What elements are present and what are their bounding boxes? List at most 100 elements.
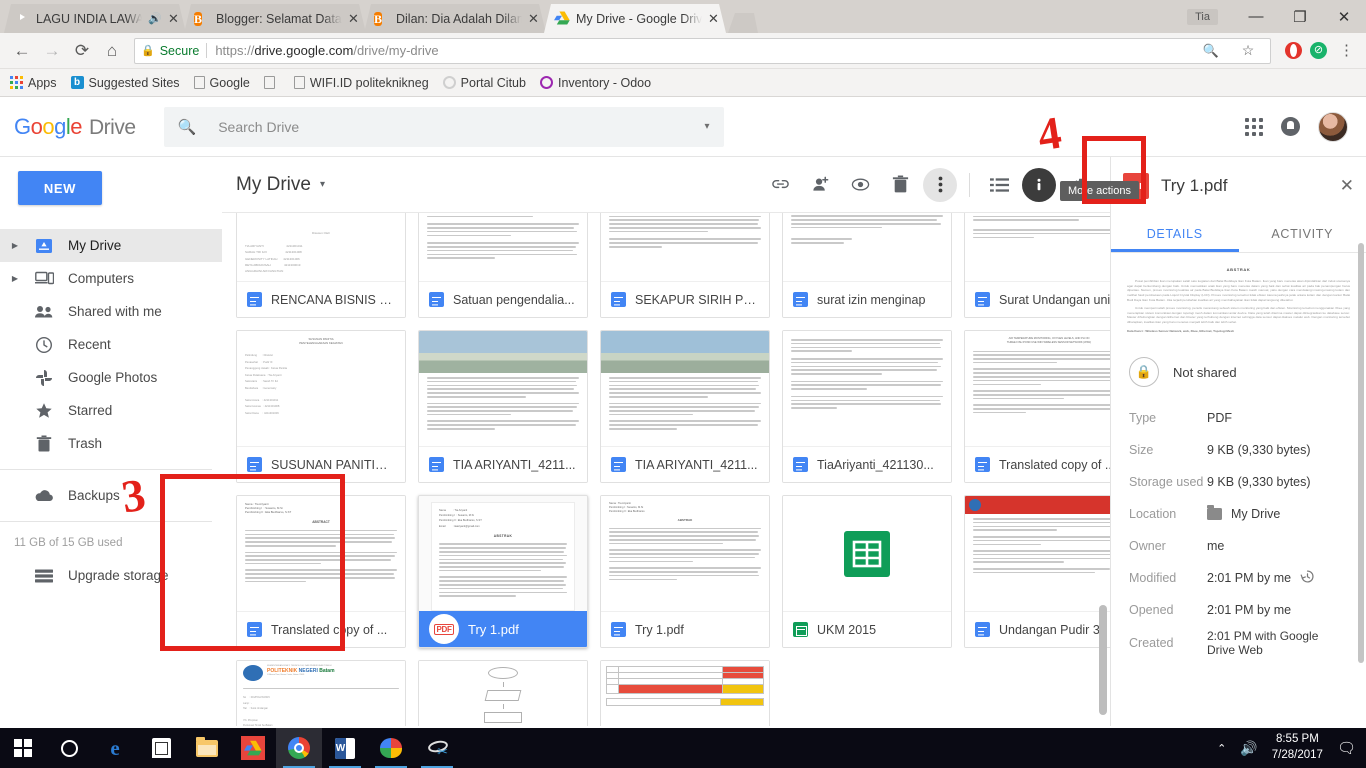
bookmark-inventory-odoo[interactable]: Inventory - Odoo	[539, 76, 651, 90]
expand-arrow-icon[interactable]: ▶	[10, 241, 20, 250]
details-info-icon[interactable]	[1022, 167, 1056, 202]
add-people-icon[interactable]	[803, 168, 837, 202]
edge-taskbar-button[interactable]: e	[92, 728, 138, 768]
apps-grid-icon[interactable]	[1245, 117, 1263, 136]
close-window-button[interactable]: ✕	[1322, 0, 1366, 33]
adblock-icon[interactable]: ⊘	[1310, 42, 1327, 59]
more-actions-icon[interactable]	[923, 167, 957, 202]
search-bar[interactable]: 🔍 Search Drive ▾	[163, 106, 724, 147]
file-card[interactable]: Undangan Pudir 3	[964, 495, 1110, 648]
details-scrollbar-thumb[interactable]	[1358, 243, 1364, 663]
snipping-tool-taskbar-button[interactable]	[414, 728, 460, 768]
sidebar-item-shared-with-me[interactable]: Shared with me	[0, 295, 222, 328]
tab-close-icon[interactable]: ✕	[168, 12, 180, 25]
action-center-icon[interactable]: 🗨	[1337, 739, 1356, 757]
file-card-selected-try1-pdf[interactable]: Nama : Tia Ariyanti Pembimbing I : Susant…	[418, 495, 588, 648]
file-card[interactable]: Nama : Tia Ariyanti Pembimbing I : Susant…	[600, 495, 770, 648]
bookmark-suggested-sites[interactable]: b Suggested Sites	[70, 76, 180, 90]
get-link-icon[interactable]	[763, 168, 797, 202]
bookmark-unnamed[interactable]	[263, 76, 280, 89]
google-drive-taskbar-button[interactable]	[230, 728, 276, 768]
home-button[interactable]: ⌂	[98, 37, 126, 65]
show-hidden-icons-icon[interactable]: ⌃	[1217, 742, 1226, 755]
file-explorer-taskbar-button[interactable]	[184, 728, 230, 768]
file-card[interactable]	[600, 660, 770, 726]
sidebar-item-computers[interactable]: ▶ Computers	[0, 262, 222, 295]
bookmark-wifi-id[interactable]: WIFI.ID politeknikneg	[293, 76, 429, 90]
file-card[interactable]: SUSUNAN PANITIA PENYELENGGARAAN KEGIATAN …	[236, 330, 406, 483]
tab-activity[interactable]: ACTIVITY	[1239, 215, 1366, 252]
user-avatar[interactable]	[1318, 111, 1348, 142]
bookmark-portal-citub[interactable]: Portal Citub	[442, 76, 526, 90]
file-card[interactable]: UKM 2015	[782, 495, 952, 648]
breadcrumb[interactable]: My Drive ▾	[236, 174, 325, 196]
file-card[interactable]: Satuan pengendalia...	[418, 213, 588, 318]
tab-audio-icon[interactable]: 🔊	[148, 12, 162, 25]
browser-tab-1[interactable]: B Blogger: Selamat Datang ✕	[184, 4, 366, 33]
browser-tab-2[interactable]: B Dilan: Dia Adalah Dilanku ✕	[364, 4, 546, 33]
file-card[interactable]: Surat Izin Menginap surat izin menginap	[782, 213, 952, 318]
profile-name-chip[interactable]: Tia	[1187, 8, 1218, 25]
minimize-button[interactable]: —	[1234, 0, 1278, 33]
browser-tab-0[interactable]: LAGU INDIA LAWAS P 🔊 ✕	[4, 4, 186, 33]
chrome-taskbar-button[interactable]	[276, 728, 322, 768]
files-grid-scroll-area[interactable]: Program Mahasiswa Wirausaha 2015OOB OTAK…	[222, 213, 1110, 726]
preview-icon[interactable]	[843, 168, 877, 202]
file-card[interactable]: Surat Undangan uni...	[964, 213, 1110, 318]
remove-icon[interactable]	[883, 168, 917, 202]
google-drive-logo[interactable]: Google Drive	[14, 114, 136, 140]
grid-scrollbar-thumb[interactable]	[1099, 605, 1107, 715]
details-file-preview[interactable]: ABSTRAK Pusat pembibitan ikan merupakan …	[1111, 253, 1366, 343]
bookmark-apps[interactable]: Apps	[10, 76, 57, 90]
new-tab-button[interactable]	[728, 13, 758, 33]
file-card[interactable]: KEMENTERIAN RISET, TEKNOLOGI, DAN PENDID…	[236, 660, 406, 726]
browser-tab-3-active[interactable]: My Drive - Google Drive ✕	[544, 4, 726, 33]
file-card[interactable]: SEKAPUR SIRIH PR...	[600, 213, 770, 318]
chevron-down-icon[interactable]: ▾	[320, 179, 325, 190]
sidebar-item-my-drive[interactable]: ▶ My Drive	[0, 229, 222, 262]
paint-taskbar-button[interactable]	[368, 728, 414, 768]
file-card[interactable]	[418, 660, 588, 726]
maximize-button[interactable]: ❐	[1278, 0, 1322, 33]
expand-arrow-icon[interactable]: ▶	[10, 274, 20, 283]
forward-button[interactable]: →	[38, 37, 66, 65]
volume-icon[interactable]: 🔊	[1240, 740, 1257, 757]
file-card[interactable]: TiaAriyanti_421130...	[782, 330, 952, 483]
clock[interactable]: 8:55 PM 7/28/2017	[1272, 732, 1323, 763]
zoom-out-icon[interactable]: 🔍	[1197, 37, 1225, 65]
file-card[interactable]: Nama : Tia Ariyanti Pembimbing I : Susant…	[236, 495, 406, 648]
file-card[interactable]: AIR TEMPERATURE MONITORING, OXYGEN LEVEL…	[964, 330, 1110, 483]
search-input[interactable]: Search Drive	[218, 119, 704, 135]
sidebar-item-google-photos[interactable]: Google Photos	[0, 361, 222, 394]
notifications-bell-icon[interactable]	[1281, 117, 1300, 136]
bookmark-star-icon[interactable]: ☆	[1234, 37, 1262, 65]
back-button[interactable]: ←	[8, 37, 36, 65]
upgrade-storage-button[interactable]: Upgrade storage	[0, 559, 222, 592]
tab-close-icon[interactable]: ✕	[708, 12, 720, 25]
search-options-caret-icon[interactable]: ▾	[705, 121, 710, 132]
tab-details[interactable]: DETAILS	[1111, 215, 1239, 252]
version-history-icon[interactable]	[1300, 569, 1315, 587]
bookmark-google[interactable]: Google	[193, 76, 250, 90]
sidebar-item-starred[interactable]: Starred	[0, 394, 222, 427]
tab-close-icon[interactable]: ✕	[528, 12, 540, 25]
cortana-search[interactable]	[46, 728, 92, 768]
file-card[interactable]: TIA ARIYANTI_4211...	[418, 330, 588, 483]
opera-vpn-icon[interactable]	[1285, 42, 1302, 59]
tab-close-icon[interactable]: ✕	[348, 12, 360, 25]
store-taskbar-button[interactable]	[138, 728, 184, 768]
address-bar[interactable]: 🔒 Secure https://drive.google.com/drive/…	[134, 37, 1271, 65]
close-details-icon[interactable]: ✕	[1340, 176, 1354, 196]
sidebar-item-recent[interactable]: Recent	[0, 328, 222, 361]
new-button[interactable]: NEW	[18, 171, 102, 205]
sidebar-item-trash[interactable]: Trash	[0, 427, 222, 460]
chrome-menu-icon[interactable]: ⋮	[1335, 43, 1358, 58]
start-button[interactable]	[0, 728, 46, 768]
file-card[interactable]: Program Mahasiswa Wirausaha 2015OOB OTAK…	[236, 213, 406, 318]
file-card[interactable]: TIA ARIYANTI_4211...	[600, 330, 770, 483]
grid-scrollbar-track[interactable]	[1099, 275, 1107, 718]
sidebar-item-backups[interactable]: Backups	[0, 479, 222, 512]
detail-value-location[interactable]: My Drive	[1207, 505, 1280, 521]
reload-button[interactable]: ⟳	[68, 37, 96, 65]
list-view-icon[interactable]	[982, 168, 1016, 202]
